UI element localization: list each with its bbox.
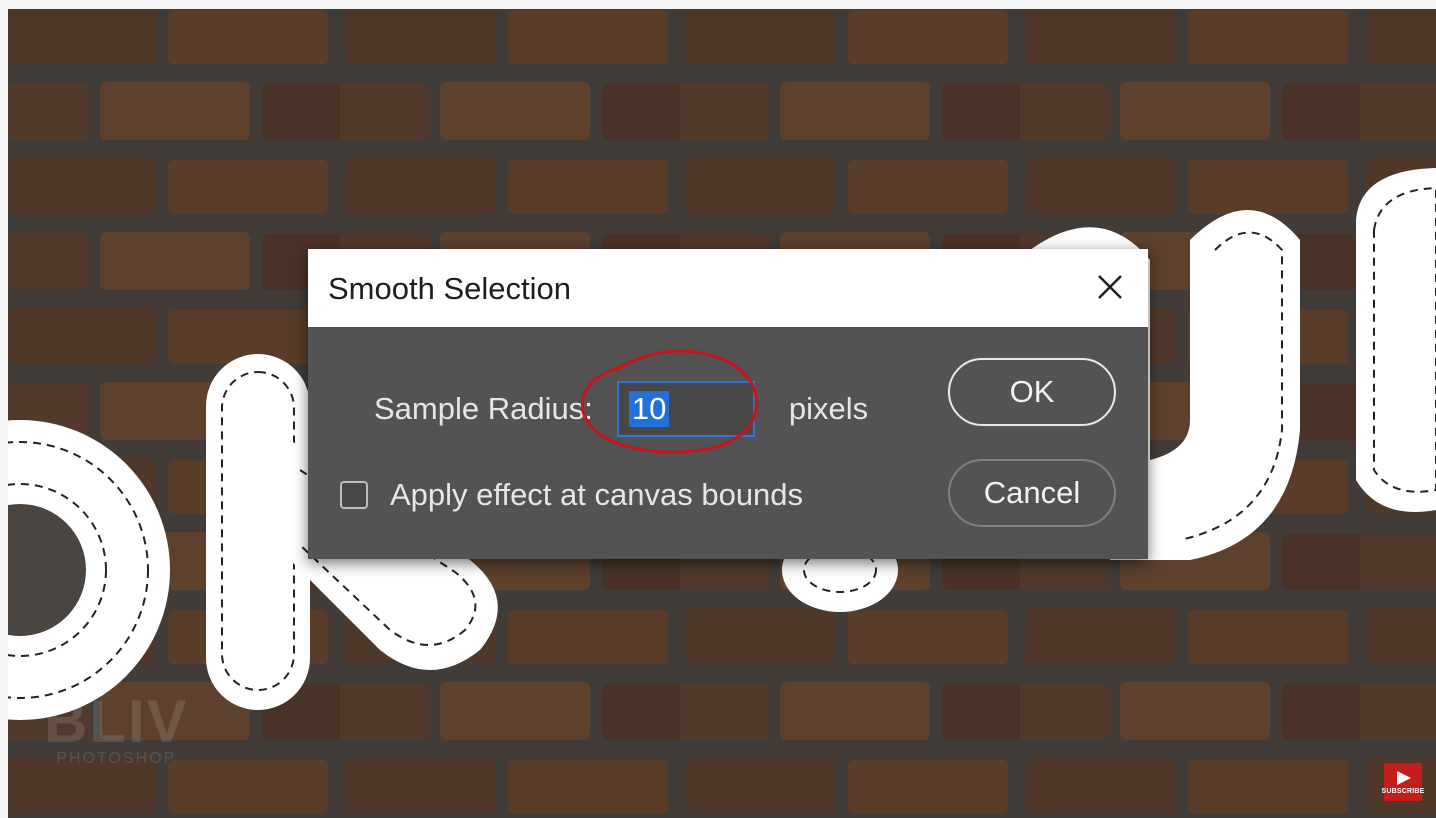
cancel-button[interactable]: Cancel <box>948 459 1116 527</box>
sample-radius-row: Sample Radius: 10 pixels <box>374 381 869 437</box>
play-icon <box>1397 771 1411 785</box>
canvas-edge-left <box>0 0 8 818</box>
close-button[interactable] <box>1082 261 1138 313</box>
close-icon <box>1098 275 1122 299</box>
units-label: pixels <box>788 391 869 426</box>
canvas-bounds-row: Apply effect at canvas bounds <box>340 470 803 520</box>
subscribe-button[interactable]: SUBSCRIBE <box>1381 763 1425 801</box>
watermark-text: BLIV <box>44 688 189 755</box>
dialog-title: Smooth Selection <box>328 271 571 306</box>
sample-radius-label: Sample Radius: <box>374 391 593 426</box>
canvas-bounds-label[interactable]: Apply effect at canvas bounds <box>390 477 803 513</box>
ok-button[interactable]: OK <box>948 358 1116 426</box>
watermark-subtext: PHOTOSHOP <box>56 750 177 767</box>
watermark-logo: BLIV PHOTOSHOP <box>44 688 189 768</box>
sample-radius-input[interactable]: 10 <box>616 381 755 437</box>
canvas-bounds-checkbox[interactable] <box>340 481 368 509</box>
subscribe-label: SUBSCRIBE <box>1381 788 1425 795</box>
canvas-edge-top <box>0 0 1436 9</box>
dialog-titlebar[interactable]: Smooth Selection <box>308 249 1148 327</box>
smooth-selection-dialog: Smooth Selection Sample Radius: 10 pixel… <box>308 249 1148 559</box>
sample-radius-value: 10 <box>628 391 670 427</box>
